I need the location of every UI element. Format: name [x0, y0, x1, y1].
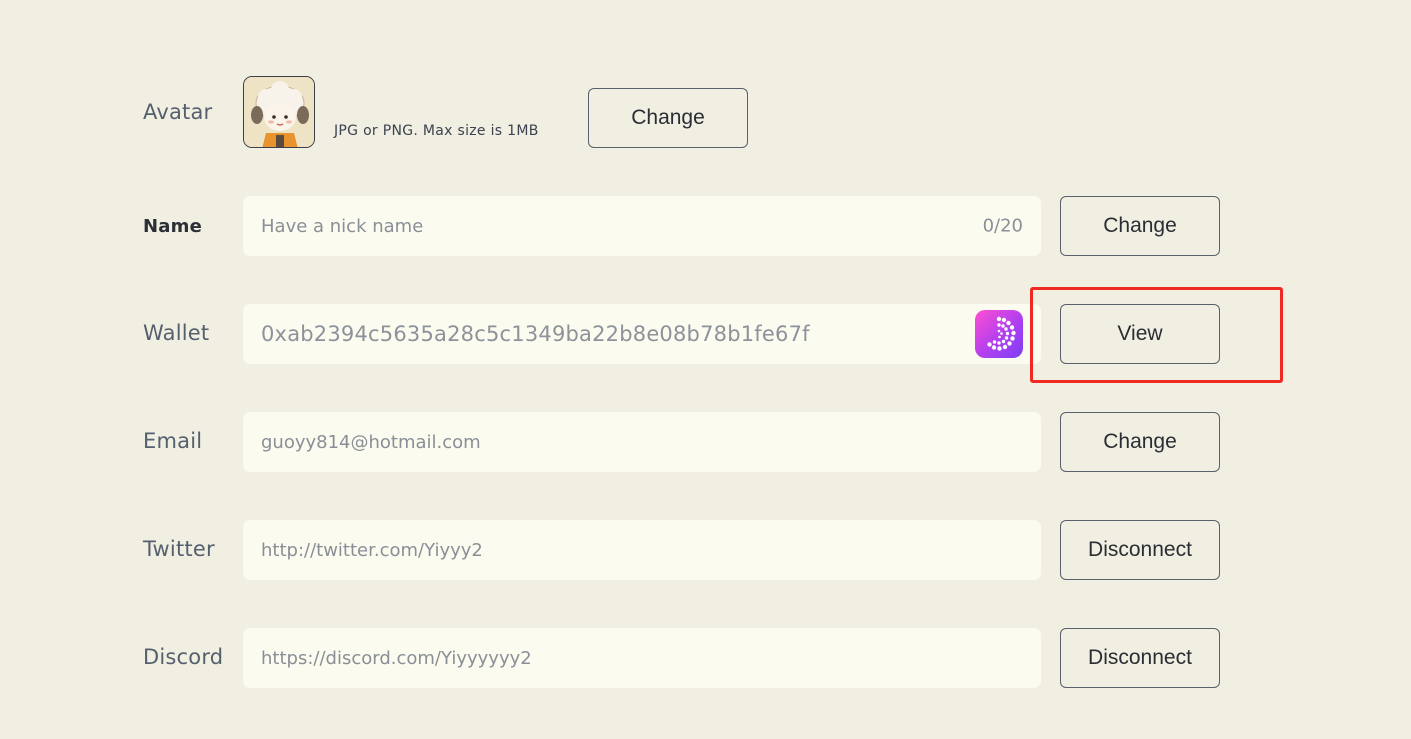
discord-disconnect-button[interactable]: Disconnect: [1060, 628, 1220, 688]
avatar-hint: JPG or PNG. Max size is 1MB: [334, 123, 539, 139]
discord-field[interactable]: https://discord.com/Yiyyyyyy2: [243, 628, 1041, 688]
sheep-avatar-icon: [244, 77, 314, 147]
email-change-button[interactable]: Change: [1060, 412, 1220, 472]
name-input[interactable]: Have a nick name 0/20: [243, 196, 1041, 256]
twitter-label: Twitter: [143, 537, 215, 561]
wallet-address-field: 0xab2394c5635a28c5c1349ba22b8e08b78b1fe6…: [243, 304, 1041, 364]
email-label: Email: [143, 429, 203, 453]
email-field[interactable]: guoyy814@hotmail.com: [243, 412, 1041, 472]
discord-value: https://discord.com/Yiyyyyyy2: [261, 647, 532, 669]
wallet-app-icon: [975, 310, 1023, 358]
name-char-counter: 0/20: [982, 215, 1023, 237]
twitter-disconnect-button[interactable]: Disconnect: [1060, 520, 1220, 580]
email-value: guoyy814@hotmail.com: [261, 431, 481, 453]
avatar-change-button[interactable]: Change: [588, 88, 748, 148]
avatar-image: [243, 76, 315, 148]
name-change-button[interactable]: Change: [1060, 196, 1220, 256]
discord-label: Discord: [143, 645, 224, 669]
name-label: Name: [143, 216, 202, 237]
twitter-value: http://twitter.com/Yiyyy2: [261, 539, 483, 561]
twitter-field[interactable]: http://twitter.com/Yiyyy2: [243, 520, 1041, 580]
wallet-address: 0xab2394c5635a28c5c1349ba22b8e08b78b1fe6…: [261, 322, 810, 346]
avatar-label: Avatar: [143, 100, 213, 124]
name-placeholder: Have a nick name: [261, 215, 424, 237]
wallet-label: Wallet: [143, 321, 210, 345]
wallet-view-button[interactable]: View: [1060, 304, 1220, 364]
